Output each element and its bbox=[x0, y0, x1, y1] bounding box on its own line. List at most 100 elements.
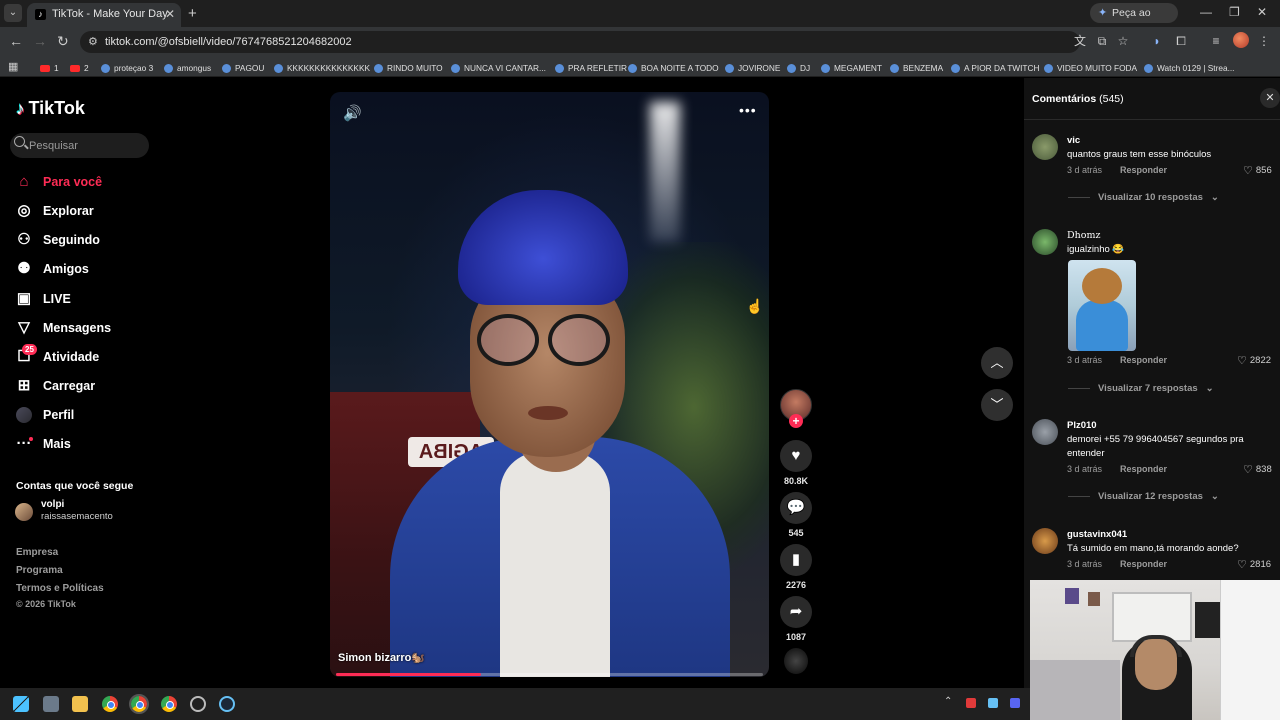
next-video-button[interactable]: ﹀ bbox=[981, 389, 1013, 421]
nav-mais[interactable]: ··· Mais bbox=[16, 433, 71, 455]
bookmark-item[interactable]: KKKKKKKKKKKKKKK bbox=[274, 61, 370, 75]
bookmark-item[interactable]: proteçao 3 bbox=[101, 61, 153, 75]
bookmark-star-icon[interactable]: ☆ bbox=[1116, 34, 1130, 48]
comment-avatar[interactable] bbox=[1032, 229, 1058, 255]
windows-start-icon[interactable] bbox=[13, 696, 29, 712]
footer-programa[interactable]: Programa bbox=[16, 565, 63, 576]
reply-button[interactable]: Responder bbox=[1120, 355, 1167, 365]
apps-grid-icon[interactable]: ▦ bbox=[8, 60, 18, 73]
nav-carregar[interactable]: ⊞ Carregar bbox=[16, 375, 95, 397]
comment-username[interactable]: Plz010 bbox=[1067, 420, 1097, 431]
bookmark-item[interactable]: 2 bbox=[70, 61, 89, 75]
comment-button[interactable]: 💬 bbox=[780, 492, 812, 524]
extension-icon[interactable]: ◗ bbox=[1150, 34, 1164, 48]
share-button[interactable]: ➦ bbox=[780, 596, 812, 628]
bookmark-item[interactable]: DJ bbox=[787, 61, 810, 75]
extensions-puzzle-icon[interactable]: ⧠ bbox=[1174, 34, 1188, 48]
like-button[interactable]: ♥ bbox=[780, 440, 812, 472]
install-app-icon[interactable]: ⧉ bbox=[1095, 34, 1109, 48]
chrome-active-icon[interactable] bbox=[129, 694, 149, 714]
bookmark-item[interactable]: VIDEO MUITO FODA bbox=[1044, 61, 1137, 75]
comment-like-button[interactable]: ♡ 838 bbox=[1243, 463, 1272, 476]
tiktok-logo[interactable]: ♪ TikTok bbox=[16, 98, 85, 119]
view-replies-button[interactable]: Visualizar 10 respostas ⌄ bbox=[1068, 192, 1219, 203]
comment-like-button[interactable]: ♡ 2822 bbox=[1237, 354, 1271, 367]
comment-username[interactable]: Dhomz bbox=[1067, 230, 1100, 241]
forward-icon[interactable]: → bbox=[33, 33, 47, 49]
nav-explorar[interactable]: ◎ Explorar bbox=[16, 200, 93, 222]
gemini-button[interactable]: ✦ Peça ao Gemini bbox=[1090, 3, 1178, 39]
save-button[interactable]: ▮ bbox=[780, 544, 812, 576]
media-controls-icon[interactable]: ≡ bbox=[1209, 34, 1223, 48]
comment-username[interactable]: vic bbox=[1067, 135, 1080, 146]
chrome-profile-icon[interactable] bbox=[161, 696, 177, 712]
tray-app-icon[interactable] bbox=[966, 698, 976, 708]
previous-video-button[interactable]: ︿ bbox=[981, 347, 1013, 379]
volume-icon[interactable]: 🔊 bbox=[343, 104, 362, 122]
comment-username[interactable]: gustavinx041 bbox=[1067, 529, 1127, 540]
chrome-icon[interactable] bbox=[102, 696, 118, 712]
music-disc-icon[interactable] bbox=[784, 648, 808, 674]
address-bar[interactable]: ⚙ tiktok.com/@ofsbiell/video/76747685212… bbox=[80, 31, 1080, 53]
bookmark-item[interactable]: A PIOR DA TWITCH bbox=[951, 61, 1039, 75]
comment-like-button[interactable]: ♡ 856 bbox=[1243, 164, 1272, 177]
calculator-icon[interactable] bbox=[43, 696, 59, 712]
video-player[interactable]: AGIBA 🔊 ••• Simon bizarro🐿️ bbox=[330, 92, 769, 677]
reply-button[interactable]: Responder bbox=[1120, 464, 1167, 474]
comment-image[interactable] bbox=[1068, 260, 1136, 351]
search-box[interactable] bbox=[10, 133, 149, 158]
video-progress-bar[interactable] bbox=[336, 673, 763, 676]
nav-live[interactable]: ▣ LIVE bbox=[16, 288, 71, 310]
back-icon[interactable]: ← bbox=[9, 33, 23, 49]
search-input[interactable] bbox=[29, 137, 144, 154]
follow-plus-icon[interactable]: + bbox=[789, 414, 803, 428]
window-close-icon[interactable]: ✕ bbox=[1257, 5, 1267, 19]
view-replies-button[interactable]: Visualizar 12 respostas ⌄ bbox=[1068, 491, 1219, 502]
tray-steam-icon[interactable] bbox=[988, 698, 998, 708]
bookmark-item[interactable]: BOA NOITE A TODO bbox=[628, 61, 719, 75]
nav-perfil[interactable]: Perfil bbox=[16, 404, 74, 426]
footer-empresa[interactable]: Empresa bbox=[16, 547, 58, 558]
video-caption[interactable]: Simon bizarro🐿️ bbox=[338, 651, 425, 664]
bookmark-item[interactable]: RINDO MUITO bbox=[374, 61, 443, 75]
bookmark-item[interactable]: 1 bbox=[40, 61, 59, 75]
following-name[interactable]: volpi bbox=[41, 499, 64, 510]
footer-termos[interactable]: Termos e Políticas bbox=[16, 583, 104, 594]
nav-seguindo[interactable]: ⚇ Seguindo bbox=[16, 229, 100, 251]
site-info-icon[interactable]: ⚙ bbox=[88, 35, 98, 48]
profile-avatar[interactable] bbox=[1233, 32, 1249, 48]
following-avatar[interactable] bbox=[15, 503, 33, 521]
bookmark-item[interactable]: BENZEMA bbox=[890, 61, 943, 75]
bookmark-item[interactable]: PAGOU bbox=[222, 61, 264, 75]
tray-overflow-icon[interactable]: ⌃ bbox=[944, 696, 952, 707]
bookmark-item[interactable]: JOVIRONE bbox=[725, 61, 780, 75]
tab-close-icon[interactable]: ✕ bbox=[165, 7, 175, 21]
comment-avatar[interactable] bbox=[1032, 134, 1058, 160]
comment-avatar[interactable] bbox=[1032, 528, 1058, 554]
more-options-icon[interactable]: ••• bbox=[739, 102, 757, 118]
bookmark-item[interactable]: NUNCA VI CANTAR... bbox=[451, 61, 546, 75]
reply-button[interactable]: Responder bbox=[1120, 165, 1167, 175]
tray-discord-icon[interactable] bbox=[1010, 698, 1020, 708]
restore-icon[interactable]: ❐ bbox=[1229, 5, 1240, 19]
steam-icon[interactable] bbox=[219, 696, 235, 712]
reload-icon[interactable]: ↻ bbox=[57, 33, 69, 50]
tab-search-icon[interactable]: ⌄ bbox=[4, 4, 22, 22]
comment-like-button[interactable]: ♡ 2816 bbox=[1237, 558, 1271, 571]
nav-para-voce[interactable]: ⌂ Para você bbox=[16, 171, 102, 193]
file-explorer-icon[interactable] bbox=[72, 696, 88, 712]
bookmark-item[interactable]: MEGAMENT bbox=[821, 61, 882, 75]
bookmark-item[interactable]: Watch 0129 | Strea... bbox=[1144, 61, 1234, 75]
nav-mensagens[interactable]: ▽ Mensagens bbox=[16, 317, 111, 339]
bookmark-item[interactable]: amongus bbox=[164, 61, 211, 75]
minimize-icon[interactable]: — bbox=[1200, 5, 1212, 19]
close-comments-icon[interactable]: ✕ bbox=[1260, 88, 1280, 108]
reply-button[interactable]: Responder bbox=[1120, 559, 1167, 569]
comment-avatar[interactable] bbox=[1032, 419, 1058, 445]
browser-tab[interactable]: ♪ TikTok - Make Your Day ✕ bbox=[27, 3, 181, 27]
bookmark-item[interactable]: PRA REFLETIR bbox=[555, 61, 627, 75]
view-replies-button[interactable]: Visualizar 7 respostas ⌄ bbox=[1068, 383, 1214, 394]
clock-app-icon[interactable] bbox=[190, 696, 206, 712]
chrome-menu-icon[interactable]: ⋮ bbox=[1257, 34, 1271, 48]
following-handle[interactable]: raissasemacento bbox=[41, 511, 113, 522]
